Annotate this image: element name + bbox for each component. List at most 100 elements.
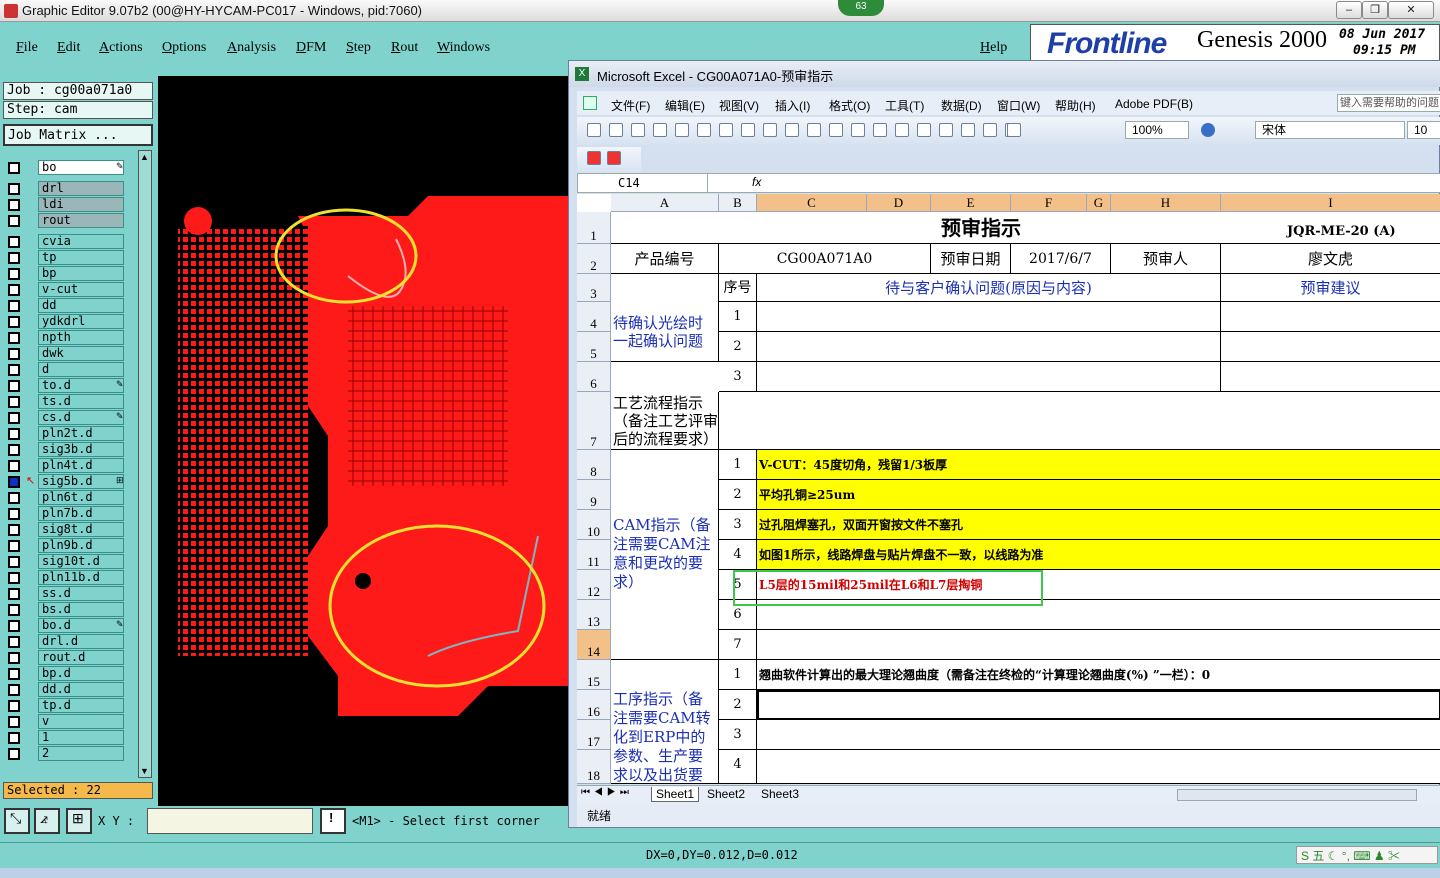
row-header[interactable]: 18: [577, 750, 611, 784]
cam-item-number[interactable]: 1: [719, 450, 757, 480]
process-section[interactable]: 工艺流程指示（备注工艺评审后的流程要求）: [611, 392, 719, 450]
fx-icon[interactable]: fx: [752, 175, 761, 189]
layer-name[interactable]: ss.d: [38, 586, 124, 601]
layer-row[interactable]: ldi: [4, 197, 124, 212]
layer-row[interactable]: rout: [4, 213, 124, 228]
menu-analysis[interactable]: Analysis: [227, 40, 276, 56]
work-section[interactable]: 工序指示（备注需要CAM转化到ERP中的参数、生产要求以及出货要: [611, 660, 719, 784]
layer-checkbox[interactable]: [8, 428, 20, 440]
layer-checkbox[interactable]: [8, 700, 20, 712]
row-header[interactable]: 4: [577, 302, 611, 332]
layer-name[interactable]: pln6t.d: [38, 490, 124, 505]
confirm-advice[interactable]: [1221, 332, 1440, 362]
excel-menu-item[interactable]: 格式(O): [829, 97, 870, 114]
row-header[interactable]: 8: [577, 450, 611, 480]
layer-name[interactable]: v: [38, 714, 124, 729]
layer-row[interactable]: dwk: [4, 346, 124, 361]
layer-row[interactable]: 1: [4, 730, 124, 745]
work-item-number[interactable]: 1: [719, 660, 757, 690]
layer-checkbox[interactable]: [8, 636, 20, 648]
layer-row[interactable]: bo ✎: [4, 160, 124, 175]
layer-checkbox[interactable]: [8, 236, 20, 248]
name-box[interactable]: C14: [578, 174, 708, 192]
tab-sheet3[interactable]: Sheet3: [757, 787, 803, 801]
menu-windows[interactable]: Windows: [437, 40, 490, 56]
layer-row[interactable]: bo.d ✎: [4, 618, 124, 633]
layer-name[interactable]: 2: [38, 746, 124, 761]
zoom-select[interactable]: 100%: [1125, 121, 1189, 139]
autosum-icon[interactable]: [939, 123, 953, 137]
layer-row[interactable]: tp: [4, 250, 124, 265]
copy-icon[interactable]: [807, 123, 821, 137]
layer-row[interactable]: pln11b.d: [4, 570, 124, 585]
active-cell[interactable]: [757, 690, 1440, 720]
layer-row[interactable]: dd: [4, 298, 124, 313]
layer-checkbox[interactable]: [8, 364, 20, 376]
layer-row[interactable]: pln6t.d: [4, 490, 124, 505]
excel-menu-item[interactable]: 编辑(E): [665, 97, 705, 114]
work-item-number[interactable]: 4: [719, 750, 757, 784]
pdf-email-icon[interactable]: [607, 151, 621, 165]
layer-name[interactable]: ldi: [38, 197, 124, 212]
layer-checkbox[interactable]: [8, 348, 20, 360]
product-no[interactable]: CG00A071A0: [719, 244, 931, 274]
cam-item-text[interactable]: V-CUT：45度切角，残留1/3板厚: [757, 450, 1440, 480]
confirm-section[interactable]: 待确认光绘时一起确认问题: [611, 274, 719, 362]
layer-row[interactable]: pln2t.d: [4, 426, 124, 441]
cam-item-number[interactable]: 2: [719, 480, 757, 510]
new-icon[interactable]: [587, 123, 601, 137]
layer-row[interactable]: dd.d: [4, 682, 124, 697]
menu-dfm[interactable]: DFM: [296, 40, 326, 56]
column-header[interactable]: F: [1011, 194, 1087, 212]
layer-checkbox[interactable]: [8, 492, 20, 504]
column-header[interactable]: A: [611, 194, 719, 212]
layer-checkbox[interactable]: [8, 199, 20, 211]
layer-checkbox[interactable]: [8, 540, 20, 552]
review-date-label[interactable]: 预审日期: [931, 244, 1011, 274]
confirm-number[interactable]: 3: [719, 362, 757, 392]
undo-icon[interactable]: [873, 123, 887, 137]
layer-name[interactable]: bs.d: [38, 602, 124, 617]
cam-item-text[interactable]: 过孔阻焊塞孔，双面开窗按文件不塞孔: [757, 510, 1440, 540]
layer-name[interactable]: v-cut: [38, 282, 124, 297]
layer-row[interactable]: drl: [4, 181, 124, 196]
layer-row[interactable]: v-cut: [4, 282, 124, 297]
excel-menu-item[interactable]: 数据(D): [941, 97, 982, 114]
close-button[interactable]: ✕: [1388, 1, 1434, 19]
layer-name[interactable]: drl.d: [38, 634, 124, 649]
layer-name[interactable]: bo.d: [38, 618, 124, 633]
layer-name[interactable]: sig5b.d: [38, 474, 124, 489]
reviewer-label[interactable]: 预审人: [1111, 244, 1221, 274]
column-header[interactable]: D: [867, 194, 931, 212]
maximize-button[interactable]: ❐: [1362, 1, 1388, 19]
layer-checkbox[interactable]: [8, 215, 20, 227]
row-header[interactable]: 10: [577, 510, 611, 540]
row-header[interactable]: 11: [577, 540, 611, 570]
layer-row[interactable]: bp: [4, 266, 124, 281]
layer-row[interactable]: cs.d ✎: [4, 410, 124, 425]
excel-menu-item[interactable]: 视图(V): [719, 97, 759, 114]
layer-row[interactable]: bp.d: [4, 666, 124, 681]
help-search-input[interactable]: 键入需要帮助的问题: [1337, 94, 1440, 112]
layer-name[interactable]: dwk: [38, 346, 124, 361]
reviewer[interactable]: 廖文虎: [1221, 244, 1440, 274]
layer-row[interactable]: sig3b.d: [4, 442, 124, 457]
issues-header[interactable]: 待与客户确认问题(原因与内容): [757, 274, 1221, 302]
save-icon[interactable]: [631, 123, 645, 137]
layer-checkbox[interactable]: [8, 716, 20, 728]
row-header[interactable]: 1: [577, 212, 611, 244]
layer-name[interactable]: pln2t.d: [38, 426, 124, 441]
column-header[interactable]: H: [1111, 194, 1221, 212]
layer-name[interactable]: to.d: [38, 378, 124, 393]
doc-code[interactable]: JQR-ME-20 (A): [1221, 212, 1440, 244]
layer-checkbox[interactable]: [8, 556, 20, 568]
menu-file[interactable]: File: [16, 40, 38, 56]
layer-checkbox[interactable]: [8, 444, 20, 456]
layer-name[interactable]: bo: [38, 160, 124, 175]
cam-item-number[interactable]: 7: [719, 630, 757, 660]
help-icon[interactable]: [1201, 123, 1215, 137]
layer-row[interactable]: ↖ sig5b.d ⊞: [4, 474, 124, 489]
sheet-nav-arrows[interactable]: ⏮◀▶⏭: [581, 787, 633, 798]
layer-checkbox[interactable]: [8, 162, 20, 174]
menu-options[interactable]: Options: [162, 40, 206, 56]
